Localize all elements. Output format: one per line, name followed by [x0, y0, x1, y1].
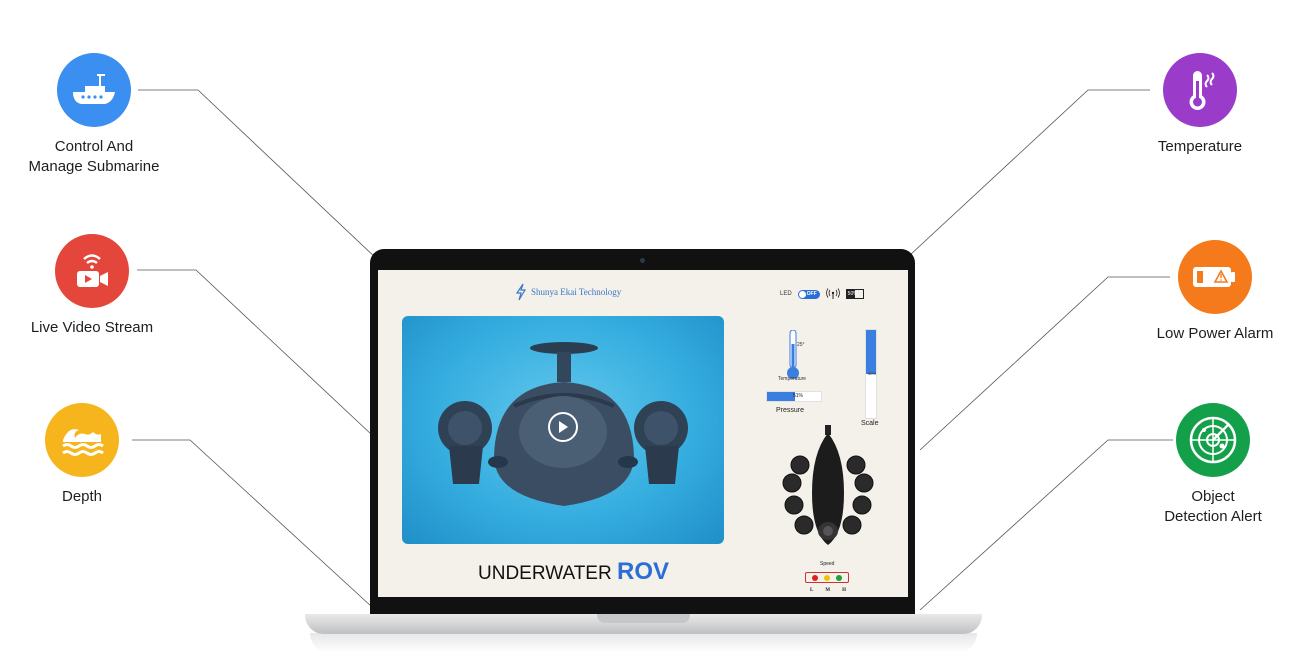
feature-icon-circle — [1178, 240, 1252, 314]
speed-label: Speed — [820, 561, 835, 567]
feature-low-power: Low Power Alarm — [1135, 240, 1295, 344]
laptop-shadow — [310, 633, 977, 653]
temperature-value: 25° — [797, 342, 805, 348]
pressure-value: 51% — [793, 393, 804, 399]
speed-level-h: H — [842, 588, 846, 593]
low-battery-icon — [1193, 267, 1235, 287]
scale-fill — [866, 330, 876, 374]
brand-logo: Shunya Ekai Technology — [515, 283, 621, 301]
submarine-icon — [73, 74, 115, 104]
pressure-bar: 51% — [766, 391, 822, 402]
pressure-label: Pressure — [776, 407, 805, 414]
feature-live-video: Live Video Stream — [12, 234, 172, 338]
scale-bar: 50% — [865, 329, 877, 419]
title-main: ROV — [617, 558, 670, 585]
radar-icon — [1189, 416, 1237, 464]
speed-dot-medium[interactable] — [824, 574, 830, 581]
feature-icon-circle — [57, 53, 131, 127]
speed-dot-low[interactable] — [812, 574, 818, 581]
lightning-icon — [515, 283, 527, 301]
rov-top-view — [782, 425, 874, 545]
toggle-knob — [798, 290, 806, 298]
speed-level-m: M — [825, 588, 831, 593]
feature-temperature: Temperature — [1120, 53, 1280, 157]
rov-model-image — [778, 425, 878, 555]
status-bar: LED OFF 50% — [780, 288, 864, 300]
led-state: OFF — [806, 290, 817, 297]
speed-level-l: L — [810, 588, 814, 593]
brand-name: Shunya Ekai Technology — [531, 287, 622, 297]
temperature-label: Temperature — [778, 376, 807, 382]
battery-indicator: 50% — [845, 289, 864, 299]
led-toggle[interactable]: OFF — [797, 289, 820, 299]
feature-label: Temperature — [1157, 138, 1243, 155]
scale-value: 50% — [868, 371, 877, 376]
laptop-notch — [597, 614, 690, 623]
feature-icon-circle — [45, 403, 119, 477]
thermometer-gauge-icon — [787, 329, 799, 379]
feature-control-submarine: Control And Manage Submarine — [14, 53, 174, 177]
feature-icon-circle — [1176, 403, 1250, 477]
feature-object-detection: Object Detection Alert — [1133, 403, 1293, 527]
battery-text: 50% — [847, 291, 858, 297]
feature-label: Low Power Alarm — [1156, 325, 1274, 342]
video-stream[interactable] — [402, 316, 724, 544]
title-prefix: UNDERWATER — [478, 563, 612, 584]
feature-label: Live Video Stream — [30, 319, 154, 336]
feature-icon-circle — [55, 234, 129, 308]
wireless-signal-icon — [825, 288, 840, 299]
speed-indicator[interactable] — [805, 572, 849, 583]
speed-levels: L M H — [810, 588, 846, 593]
video-camera-icon — [77, 254, 108, 287]
play-icon — [559, 421, 568, 433]
feature-label: Depth — [61, 488, 103, 505]
app-screen: Shunya Ekai Technology LED OFF 50% UNDER… — [378, 270, 908, 597]
webcam — [640, 258, 645, 263]
page-title: UNDERWATER ROV — [478, 558, 669, 586]
thermometer-icon — [1189, 71, 1215, 110]
feature-icon-circle — [1163, 53, 1237, 127]
water-waves-icon — [62, 429, 104, 456]
speed-dot-high[interactable] — [836, 574, 842, 581]
feature-depth: Depth — [2, 403, 162, 507]
led-label: LED — [780, 291, 792, 297]
pressure-fill — [767, 392, 795, 401]
feature-label: Object Detection Alert — [1164, 488, 1262, 525]
feature-label: Control And Manage Submarine — [28, 138, 160, 175]
play-button[interactable] — [548, 412, 578, 442]
